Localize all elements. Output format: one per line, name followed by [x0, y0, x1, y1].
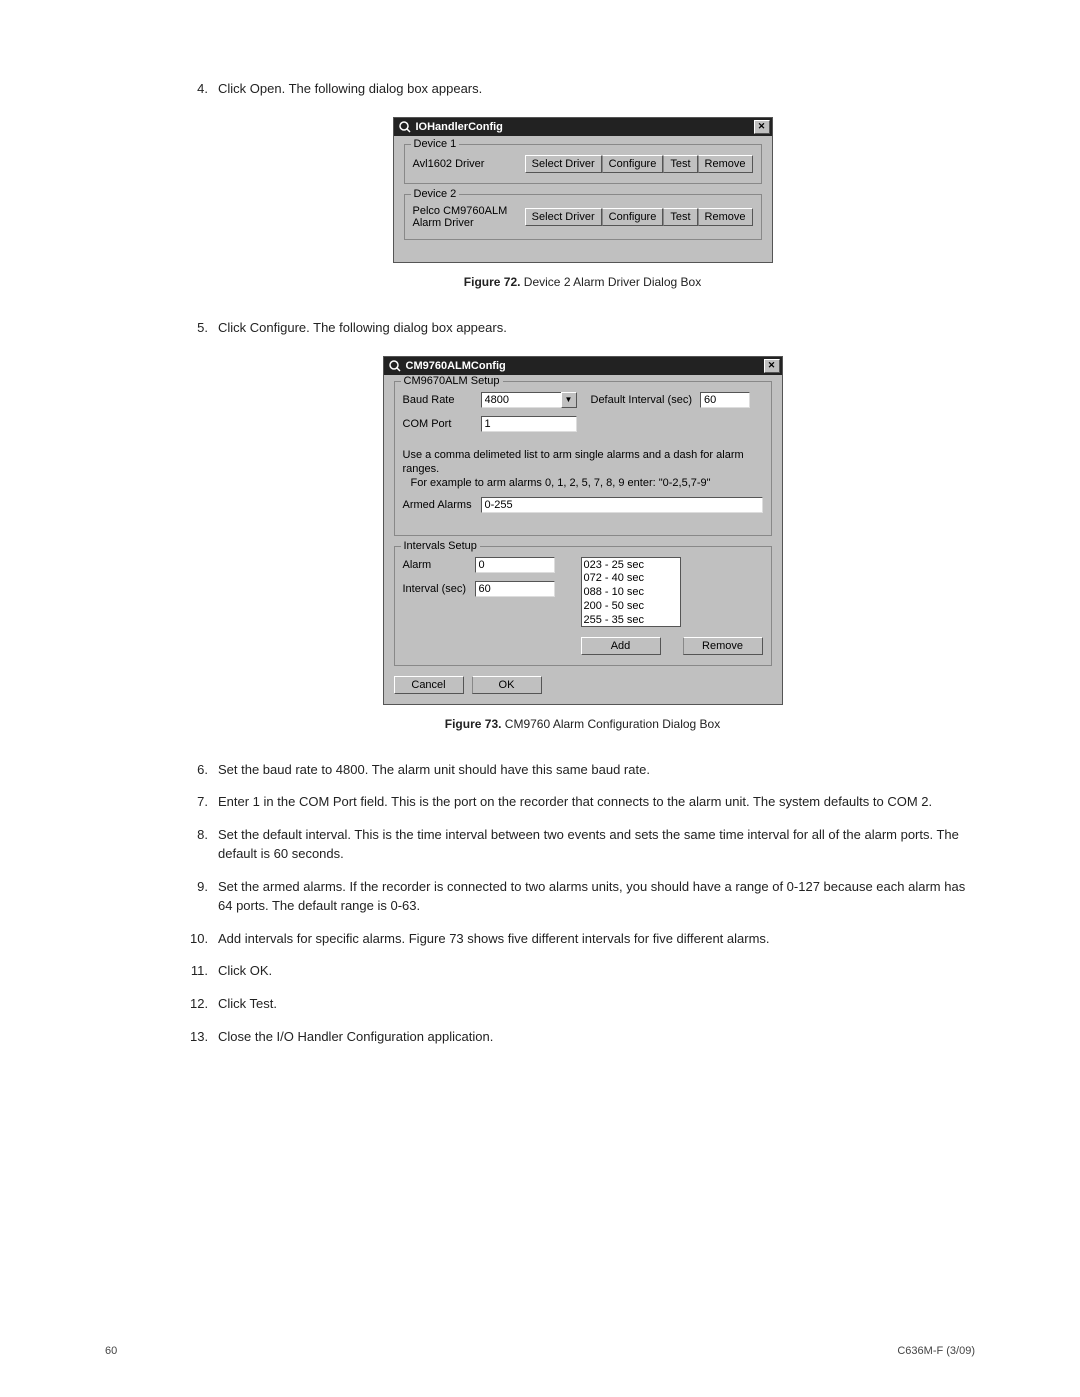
doc-id: C636M-F (3/09)	[897, 1345, 975, 1357]
device2-name: Pelco CM9760ALM Alarm Driver	[413, 205, 517, 229]
step-text: Click Configure. The following dialog bo…	[218, 319, 975, 338]
help-line1: Use a comma delimeted list to arm single…	[403, 449, 744, 475]
step-text: Click OK.	[218, 962, 975, 981]
step-num: 10.	[190, 930, 218, 949]
default-interval-input[interactable]	[700, 392, 750, 408]
titlebar: CM9760ALMConfig ✕	[384, 357, 782, 375]
list-item[interactable]: 072 - 40 sec	[584, 572, 678, 586]
step-text: Add intervals for specific alarms. Figur…	[218, 930, 975, 949]
figure72-caption: Figure 72. Device 2 Alarm Driver Dialog …	[190, 275, 975, 289]
step-12: 12.Click Test.	[190, 995, 975, 1014]
baud-rate-input[interactable]	[481, 392, 561, 408]
figure73-caption: Figure 73. CM9760 Alarm Configuration Di…	[190, 717, 975, 731]
step-6: 6.Set the baud rate to 4800. The alarm u…	[190, 761, 975, 780]
baud-rate-label: Baud Rate	[403, 394, 481, 406]
step-13: 13.Close the I/O Handler Configuration a…	[190, 1028, 975, 1047]
step-num: 7.	[190, 793, 218, 812]
chevron-down-icon[interactable]: ▼	[561, 392, 577, 408]
intervals-setup-group: Intervals Setup Alarm Interval (sec)	[394, 546, 772, 666]
list-item[interactable]: 255 - 35 sec	[584, 614, 678, 627]
step-10: 10.Add intervals for specific alarms. Fi…	[190, 930, 975, 949]
step-num: 6.	[190, 761, 218, 780]
step-text: Enter 1 in the COM Port field. This is t…	[218, 793, 975, 812]
device1-name: Avl1602 Driver	[413, 158, 517, 170]
step-9: 9.Set the armed alarms. If the recorder …	[190, 878, 975, 916]
step-4: 4. Click Open. The following dialog box …	[190, 80, 975, 99]
step-text: Click Open. The following dialog box app…	[218, 80, 975, 99]
interval-sec-label: Interval (sec)	[403, 583, 475, 595]
intervals-listbox[interactable]: 023 - 25 sec 072 - 40 sec 088 - 10 sec 2…	[581, 557, 681, 627]
cancel-button[interactable]: Cancel	[394, 676, 464, 694]
device1-legend: Device 1	[411, 138, 460, 150]
step-text: Set the armed alarms. If the recorder is…	[218, 878, 975, 916]
device2-select-driver-button[interactable]: Select Driver	[525, 208, 602, 226]
dialog-title: IOHandlerConfig	[416, 121, 754, 133]
step-5: 5. Click Configure. The following dialog…	[190, 319, 975, 338]
interval-sec-input[interactable]	[475, 581, 555, 597]
step-num: 11.	[190, 962, 218, 981]
cm9760alm-config-dialog: CM9760ALMConfig ✕ CM9670ALM Setup Baud R…	[383, 356, 783, 705]
device1-configure-button[interactable]: Configure	[602, 155, 664, 173]
step-num: 12.	[190, 995, 218, 1014]
armed-alarms-label: Armed Alarms	[403, 499, 481, 511]
close-icon[interactable]: ✕	[764, 359, 780, 373]
close-icon[interactable]: ✕	[754, 120, 770, 134]
step-7: 7.Enter 1 in the COM Port field. This is…	[190, 793, 975, 812]
io-handler-config-dialog: IOHandlerConfig ✕ Device 1 Avl1602 Drive…	[393, 117, 773, 263]
remove-button[interactable]: Remove	[683, 637, 763, 655]
device2-legend: Device 2	[411, 188, 460, 200]
device1-select-driver-button[interactable]: Select Driver	[525, 155, 602, 173]
app-icon	[398, 120, 412, 134]
device2-configure-button[interactable]: Configure	[602, 208, 664, 226]
step-num: 8.	[190, 826, 218, 864]
step-num: 13.	[190, 1028, 218, 1047]
com-port-label: COM Port	[403, 418, 481, 430]
step-11: 11.Click OK.	[190, 962, 975, 981]
step-num: 4.	[190, 80, 218, 99]
step-text: Set the default interval. This is the ti…	[218, 826, 975, 864]
step-num: 5.	[190, 319, 218, 338]
device2-test-button[interactable]: Test	[663, 208, 697, 226]
app-icon	[388, 359, 402, 373]
figure73-label: Figure 73.	[445, 717, 502, 731]
list-item[interactable]: 023 - 25 sec	[584, 559, 678, 573]
list-item[interactable]: 200 - 50 sec	[584, 600, 678, 614]
figure72-text: Device 2 Alarm Driver Dialog Box	[520, 275, 701, 289]
step-text: Click Test.	[218, 995, 975, 1014]
page-footer: 60 C636M-F (3/09)	[105, 1345, 975, 1357]
ok-button[interactable]: OK	[472, 676, 542, 694]
figure73-text: CM9760 Alarm Configuration Dialog Box	[501, 717, 720, 731]
step-num: 9.	[190, 878, 218, 916]
figure72-label: Figure 72.	[464, 275, 521, 289]
baud-rate-combo[interactable]: ▼	[481, 392, 577, 408]
step-text: Set the baud rate to 4800. The alarm uni…	[218, 761, 975, 780]
device1-group: Device 1 Avl1602 Driver Select Driver Co…	[404, 144, 762, 184]
device1-remove-button[interactable]: Remove	[698, 155, 753, 173]
dialog-title: CM9760ALMConfig	[406, 360, 764, 372]
add-button[interactable]: Add	[581, 637, 661, 655]
alarm-label: Alarm	[403, 559, 475, 571]
armed-alarms-input[interactable]	[481, 497, 763, 513]
device2-remove-button[interactable]: Remove	[698, 208, 753, 226]
setup-legend: CM9670ALM Setup	[401, 375, 503, 387]
com-port-input[interactable]	[481, 416, 577, 432]
step-text: Close the I/O Handler Configuration appl…	[218, 1028, 975, 1047]
armed-alarms-help: Use a comma delimeted list to arm single…	[403, 448, 763, 491]
setup-group: CM9670ALM Setup Baud Rate ▼ Default Inte…	[394, 381, 772, 536]
default-interval-label: Default Interval (sec)	[591, 394, 692, 406]
list-item[interactable]: 088 - 10 sec	[584, 586, 678, 600]
titlebar: IOHandlerConfig ✕	[394, 118, 772, 136]
intervals-legend: Intervals Setup	[401, 540, 480, 552]
alarm-input[interactable]	[475, 557, 555, 573]
device1-test-button[interactable]: Test	[663, 155, 697, 173]
help-line2: For example to arm alarms 0, 1, 2, 5, 7,…	[403, 476, 763, 490]
device2-group: Device 2 Pelco CM9760ALM Alarm Driver Se…	[404, 194, 762, 240]
step-8: 8.Set the default interval. This is the …	[190, 826, 975, 864]
page-number: 60	[105, 1345, 117, 1357]
